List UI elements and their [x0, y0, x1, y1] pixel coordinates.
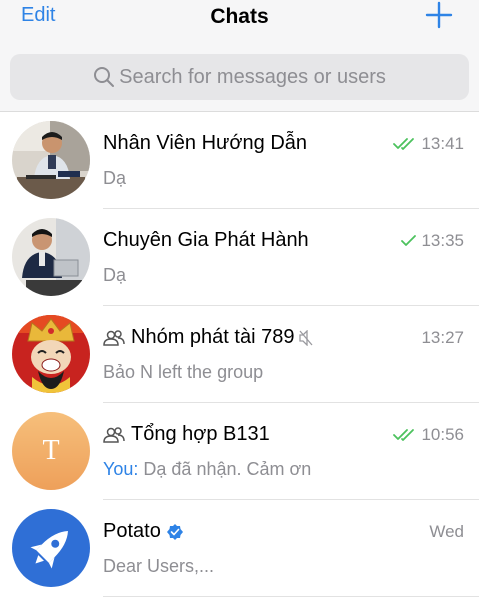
double-check-icon: [393, 429, 415, 441]
chat-row-nhom-phat-tai-789[interactable]: Nhóm phát tài 789 13:27 Bảo N left the g…: [0, 306, 479, 403]
preview-text: Dạ đã nhận. Cảm ơn: [143, 459, 312, 479]
group-icon: [103, 426, 125, 443]
chat-row-nhan-vien-huong-dan[interactable]: Nhân Viên Hướng Dẫn 13:41 Dạ: [0, 112, 479, 209]
chat-row-potato[interactable]: Potato Wed Dear Users,...: [0, 500, 479, 597]
chat-time: 13:41: [393, 134, 464, 154]
chat-name: Potato: [103, 520, 161, 542]
chat-name-container: Nhóm phát tài 789: [103, 326, 313, 349]
avatar: [12, 218, 90, 296]
chat-name: Tổng hợp B131: [131, 423, 270, 445]
preview-sender: You:: [103, 459, 139, 479]
avatar: [12, 509, 90, 587]
chat-preview: Dạ: [103, 265, 127, 285]
chat-name: Nhân Viên Hướng Dẫn: [103, 132, 308, 154]
double-check-icon: [393, 138, 415, 150]
chat-name: Nhóm phát tài 789: [131, 326, 295, 348]
chat-time-text: 13:27: [421, 328, 464, 347]
search-placeholder: Search for messages or users: [119, 65, 386, 88]
chat-time-text: 13:35: [421, 231, 464, 250]
verified-badge-icon: [166, 523, 183, 540]
single-check-icon: [401, 235, 417, 246]
chat-preview: Bảo N left the group: [103, 362, 264, 382]
avatar: [12, 121, 90, 199]
chat-name-container: Potato: [103, 520, 183, 543]
chat-time: Wed: [429, 522, 464, 542]
chat-preview: You: Dạ đã nhận. Cảm ơn: [103, 459, 311, 480]
avatar-letter: T: [42, 435, 60, 466]
chat-time-text: 13:41: [421, 134, 464, 153]
chat-time: 10:56: [393, 425, 464, 445]
chat-time: 13:35: [401, 231, 464, 251]
chat-time-text: 10:56: [421, 425, 464, 444]
avatar: [12, 315, 90, 393]
group-icon: [103, 329, 125, 346]
nav-bar: Edit Chats: [0, 0, 479, 44]
search-bar-container: Search for messages or users: [0, 44, 479, 112]
avatar: T: [12, 412, 90, 490]
chat-preview: Dạ: [103, 168, 127, 188]
mute-icon: [299, 329, 313, 346]
chat-name: Chuyên Gia Phát Hành: [103, 229, 309, 251]
chat-row-chuyen-gia-phat-hanh[interactable]: Chuyên Gia Phát Hành 13:35 Dạ: [0, 209, 479, 306]
search-icon: [94, 67, 115, 87]
chat-time: 13:27: [421, 328, 464, 348]
chat-time-text: Wed: [429, 522, 464, 541]
rocket-icon: [12, 509, 90, 587]
chat-preview: Dear Users,...: [103, 556, 215, 576]
row-divider: [103, 596, 479, 597]
compose-plus-icon[interactable]: [424, 0, 454, 30]
chat-name-container: Tổng hợp B131: [103, 423, 270, 446]
chat-row-tong-hop-b131[interactable]: T Tổng hợp B131 10:56 You: Dạ đã nhận. C…: [0, 403, 479, 500]
page-title: Chats: [210, 5, 269, 28]
search-input[interactable]: Search for messages or users: [10, 54, 469, 100]
